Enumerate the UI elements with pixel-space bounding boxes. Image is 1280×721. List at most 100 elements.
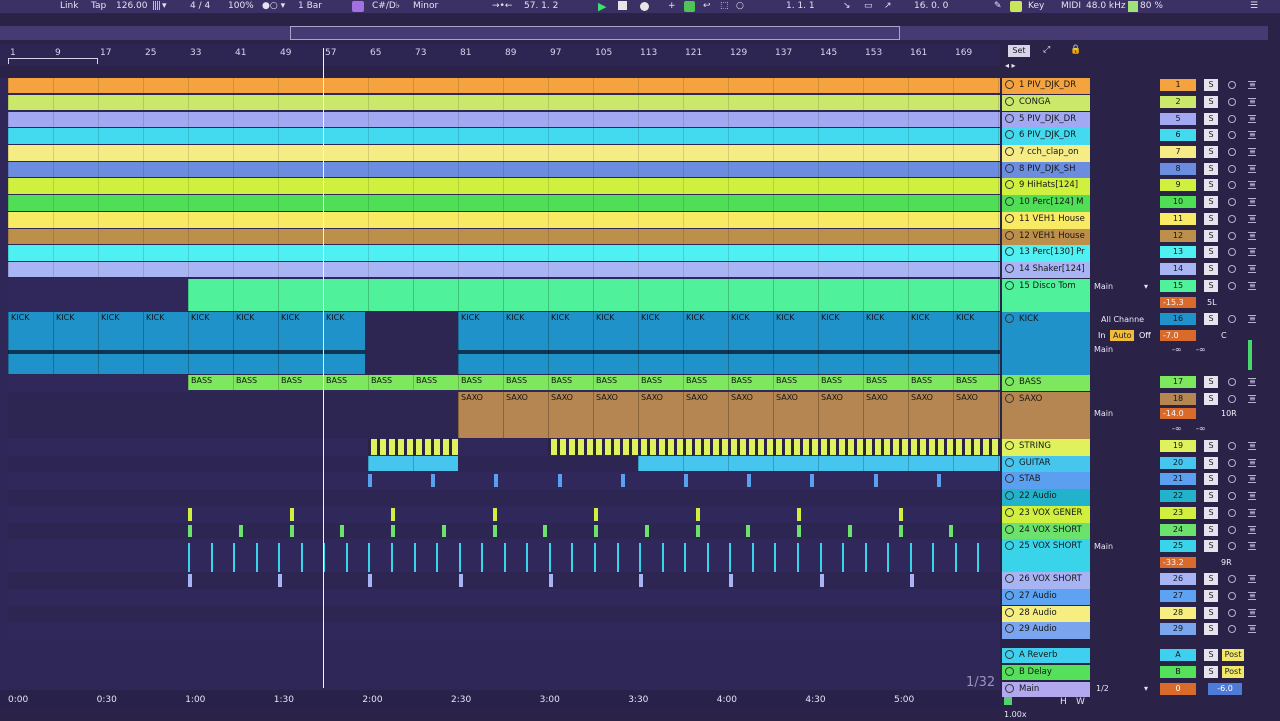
track-activator-icon[interactable] xyxy=(1005,508,1014,517)
track-header-13[interactable]: 13 Perc[130] Pr xyxy=(1002,245,1090,262)
arm-icon[interactable] xyxy=(1228,248,1236,256)
track-menu-icon[interactable]: ≡ xyxy=(1249,114,1256,123)
arm-icon[interactable] xyxy=(1228,575,1236,583)
clip[interactable] xyxy=(278,574,283,587)
track-lane-21[interactable] xyxy=(8,472,1000,489)
track-activator-icon[interactable] xyxy=(1005,525,1014,534)
arm-icon[interactable] xyxy=(1228,265,1236,273)
track-lane-7[interactable] xyxy=(8,145,1000,162)
clip[interactable] xyxy=(289,508,294,521)
punch-out-icon[interactable]: ↗ xyxy=(884,0,892,13)
time-ruler[interactable]: 0:00 0:30 1:00 1:30 2:00 2:30 3:00 3:30 4:00 4:30… xyxy=(0,691,1000,709)
beat-time-ruler[interactable]: 1 9 17 25 33 41 49 57 65 73 81 89 97 105 113 121 129 137 1… xyxy=(0,44,1000,66)
clip[interactable] xyxy=(340,525,345,537)
track-activator-icon[interactable] xyxy=(1005,624,1014,633)
solo-button[interactable]: S xyxy=(1204,607,1218,619)
arm-icon[interactable] xyxy=(1228,609,1236,617)
track-lane-26[interactable] xyxy=(8,572,1000,589)
arm-icon[interactable] xyxy=(1228,625,1236,633)
send-b-16[interactable]: -∞ xyxy=(1196,345,1206,354)
link-button[interactable]: Link xyxy=(60,0,78,13)
clip[interactable] xyxy=(391,508,395,521)
track-menu-icon[interactable]: ≡ xyxy=(1249,458,1256,467)
clip[interactable] xyxy=(661,543,664,572)
track-number[interactable]: 28 xyxy=(1160,607,1196,619)
clip[interactable] xyxy=(368,574,373,587)
volume-16[interactable]: -7.0 xyxy=(1160,330,1196,341)
clip[interactable] xyxy=(684,474,688,487)
arm-icon[interactable] xyxy=(1228,232,1236,240)
arm-icon[interactable] xyxy=(1228,81,1236,89)
track-header-20[interactable]: GUITAR xyxy=(1002,456,1090,472)
track-header-7[interactable]: 7 cch_clap_on xyxy=(1002,145,1090,162)
clip[interactable] xyxy=(548,439,1000,455)
solo-button[interactable]: S xyxy=(1204,246,1218,258)
track-lane-20[interactable] xyxy=(8,456,1000,472)
track-activator-icon[interactable] xyxy=(1005,491,1014,500)
output-routing-18[interactable]: Main xyxy=(1094,409,1113,418)
track-lane-6[interactable] xyxy=(8,128,1000,145)
arm-icon[interactable] xyxy=(1228,315,1236,323)
arm-icon[interactable] xyxy=(1228,165,1236,173)
track-header-8[interactable]: 8 PIV_DJK_SH xyxy=(1002,162,1090,178)
track-menu-icon[interactable]: ≡ xyxy=(1249,281,1256,290)
track-number[interactable]: 19 xyxy=(1160,440,1196,452)
arm-icon[interactable] xyxy=(1228,131,1236,139)
clip[interactable] xyxy=(932,543,935,572)
clip[interactable] xyxy=(503,543,506,572)
track-menu-icon[interactable]: ≡ xyxy=(1249,394,1256,403)
volume-25[interactable]: -33.2 xyxy=(1160,557,1196,568)
track-menu-icon[interactable]: ≡ xyxy=(1249,214,1256,223)
track-menu-icon[interactable]: ≡ xyxy=(1249,197,1256,206)
track-activator-icon[interactable] xyxy=(1005,684,1014,693)
track-activator-icon[interactable] xyxy=(1005,474,1014,483)
track-menu-icon[interactable]: ≡ xyxy=(1249,591,1256,600)
output-routing-16[interactable]: Main xyxy=(1094,345,1113,354)
track-menu-icon[interactable]: ≡ xyxy=(1249,508,1256,517)
track-header-21[interactable]: STAB xyxy=(1002,472,1090,489)
pan-16[interactable]: C xyxy=(1218,330,1230,341)
track-number[interactable]: 18 xyxy=(1160,393,1196,405)
track-activator-icon[interactable] xyxy=(1005,574,1014,583)
play-icon[interactable]: ▶ xyxy=(598,0,606,13)
track-header-17[interactable]: BASS xyxy=(1002,375,1090,391)
clip[interactable] xyxy=(255,543,258,572)
track-header-15[interactable]: 15 Disco Tom xyxy=(1002,279,1090,312)
clip[interactable] xyxy=(977,543,980,572)
clip[interactable] xyxy=(847,525,852,537)
clip[interactable] xyxy=(706,543,709,572)
track-menu-icon[interactable]: ≡ xyxy=(1249,180,1256,189)
pan-15[interactable]: 5L xyxy=(1204,297,1232,308)
clip[interactable] xyxy=(526,543,529,572)
track-number[interactable]: 7 xyxy=(1160,146,1196,158)
track-lane-2[interactable] xyxy=(8,95,1000,111)
track-menu-icon[interactable]: ≡ xyxy=(1249,130,1256,139)
track-number[interactable]: 26 xyxy=(1160,573,1196,585)
track-activator-icon[interactable] xyxy=(1005,377,1014,386)
track-lane-29[interactable] xyxy=(8,622,1000,639)
clip[interactable] xyxy=(620,474,625,487)
solo-button[interactable]: S xyxy=(1204,280,1218,292)
track-number[interactable]: 27 xyxy=(1160,590,1196,602)
solo-button[interactable]: S xyxy=(1204,507,1218,519)
clip[interactable] xyxy=(898,508,903,521)
clip[interactable] xyxy=(458,574,463,587)
clip[interactable] xyxy=(571,543,574,572)
track-number[interactable]: 5 xyxy=(1160,113,1196,125)
w-button[interactable]: W xyxy=(1076,697,1085,707)
return-header-B[interactable]: B Delay xyxy=(1002,665,1090,680)
track-header-11[interactable]: 11 VEH1 House xyxy=(1002,212,1090,229)
volume-15[interactable]: -15.3 xyxy=(1160,297,1196,308)
solo-button[interactable]: S xyxy=(1204,96,1218,108)
clip[interactable] xyxy=(616,543,619,572)
track-menu-icon[interactable]: ≡ xyxy=(1249,147,1256,156)
loop-length-field[interactable]: 16. 0. 0 xyxy=(914,0,948,13)
volume-18[interactable]: -14.0 xyxy=(1160,408,1196,419)
solo-button[interactable]: S xyxy=(1204,590,1218,602)
track-activator-icon[interactable] xyxy=(1005,591,1014,600)
track-header-5[interactable]: 5 PIV_DJK_DR xyxy=(1002,112,1090,128)
master-pan[interactable]: -6.0 xyxy=(1208,683,1242,695)
track-lane-8[interactable] xyxy=(8,162,1000,178)
chevron-down-icon[interactable]: ▾ xyxy=(1144,684,1148,693)
track-number[interactable]: 29 xyxy=(1160,623,1196,635)
